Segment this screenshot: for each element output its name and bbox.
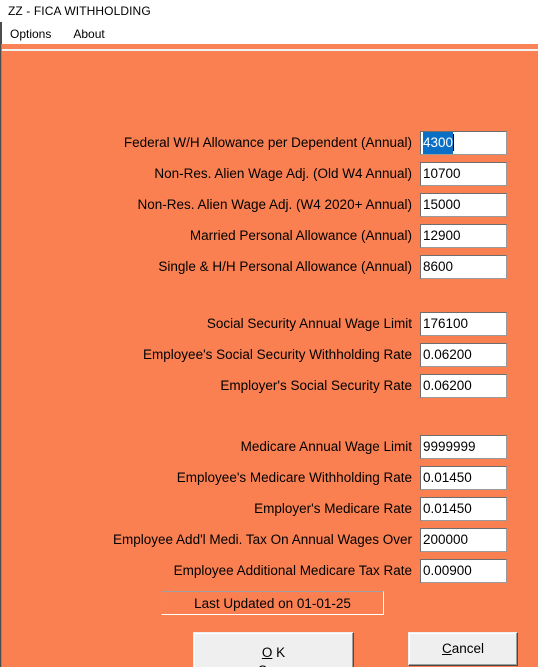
field-row: Employee's Social Security Withholding R… (2, 342, 538, 367)
field-row: Non-Res. Alien Wage Adj. (Old W4 Annual)… (2, 161, 538, 186)
field-label: Employee Add'l Medi. Tax On Annual Wages… (113, 531, 412, 547)
form-client-area: Federal W/H Allowance per Dependent (Ann… (2, 51, 538, 667)
field-value: 9999999 (423, 438, 476, 454)
last-updated-panel: Last Updated on 01-01-25 (161, 591, 384, 615)
menu-bar: Options About (0, 24, 538, 44)
field-input[interactable]: 4300 (420, 130, 507, 155)
field-row: Social Security Annual Wage Limit 176100 (2, 311, 538, 336)
field-input[interactable]: 8600 (420, 254, 507, 279)
field-input[interactable]: 0.01450 (420, 465, 507, 490)
ok-button-line2: Save (258, 662, 289, 667)
menu-item-about[interactable]: About (73, 27, 104, 41)
field-row: Federal W/H Allowance per Dependent (Ann… (2, 130, 538, 155)
last-updated-text: Last Updated on 01-01-25 (194, 595, 351, 611)
field-value: 8600 (423, 258, 454, 274)
menu-item-options[interactable]: Options (10, 27, 51, 41)
cancel-button-label: Cancel (442, 640, 484, 658)
field-value: 200000 (423, 531, 469, 547)
field-value: 15000 (423, 196, 461, 212)
field-label: Medicare Annual Wage Limit (240, 438, 412, 454)
cancel-label-rest: ancel (451, 641, 485, 656)
cancel-button[interactable]: Cancel (408, 632, 518, 666)
field-value: 4300 (423, 131, 454, 154)
field-input[interactable]: 0.01450 (420, 496, 507, 521)
field-label: Employer's Medicare Rate (254, 500, 412, 516)
field-row: Employer's Medicare Rate 0.01450 (2, 496, 538, 521)
field-row: Employee Additional Medicare Tax Rate 0.0… (2, 558, 538, 583)
field-label: Federal W/H Allowance per Dependent (Ann… (123, 134, 412, 150)
field-label: Employer's Social Security Rate (220, 377, 412, 393)
field-row: Employee Add'l Medi. Tax On Annual Wages… (2, 527, 538, 552)
field-value: 0.06200 (423, 346, 472, 362)
window-title: ZZ - FICA WITHHOLDING (8, 4, 151, 18)
field-label: Employee Additional Medicare Tax Rate (173, 562, 412, 578)
field-input[interactable]: 9999999 (420, 434, 507, 459)
field-value: 12900 (423, 227, 461, 243)
ok-button-line1: O K (262, 644, 285, 662)
field-value: 10700 (423, 165, 461, 181)
field-input[interactable]: 200000 (420, 527, 507, 552)
field-row: Married Personal Allowance (Annual) 12900 (2, 223, 538, 248)
field-label: Single & H/H Personal Allowance (Annual) (158, 258, 412, 274)
cancel-accelerator: C (441, 641, 452, 656)
field-value: 176100 (423, 315, 469, 331)
field-row: Non-Res. Alien Wage Adj. (W4 2020+ Annua… (2, 192, 538, 217)
field-input[interactable]: 176100 (420, 311, 507, 336)
field-value: 0.01450 (423, 469, 472, 485)
field-input[interactable]: 0.00900 (420, 558, 507, 583)
field-label: Non-Res. Alien Wage Adj. (Old W4 Annual) (154, 165, 412, 181)
field-label: Employee's Social Security Withholding R… (143, 346, 412, 362)
field-row: Medicare Annual Wage Limit 9999999 (2, 434, 538, 459)
field-label: Social Security Annual Wage Limit (206, 315, 412, 331)
fica-withholding-window: ZZ - FICA WITHHOLDING Options About Fede… (0, 0, 538, 667)
ok-accelerator: O (261, 645, 273, 660)
field-input[interactable]: 15000 (420, 192, 507, 217)
field-input[interactable]: 10700 (420, 161, 507, 186)
field-row: Single & H/H Personal Allowance (Annual)… (2, 254, 538, 279)
field-label: Non-Res. Alien Wage Adj. (W4 2020+ Annua… (137, 196, 412, 212)
field-label: Employee's Medicare Withholding Rate (176, 469, 412, 485)
ok-label-rest: K (272, 645, 286, 660)
field-value: 0.01450 (423, 500, 472, 516)
field-row: Employee's Medicare Withholding Rate 0.01… (2, 465, 538, 490)
field-input[interactable]: 12900 (420, 223, 507, 248)
field-label: Married Personal Allowance (Annual) (189, 227, 412, 243)
field-value: 0.00900 (423, 562, 472, 578)
field-row: Employer's Social Security Rate 0.06200 (2, 373, 538, 398)
ok-save-button[interactable]: O K Save (193, 632, 354, 667)
field-input[interactable]: 0.06200 (420, 373, 507, 398)
field-input[interactable]: 0.06200 (420, 342, 507, 367)
field-value: 0.06200 (423, 377, 472, 393)
title-bar: ZZ - FICA WITHHOLDING (0, 0, 538, 22)
